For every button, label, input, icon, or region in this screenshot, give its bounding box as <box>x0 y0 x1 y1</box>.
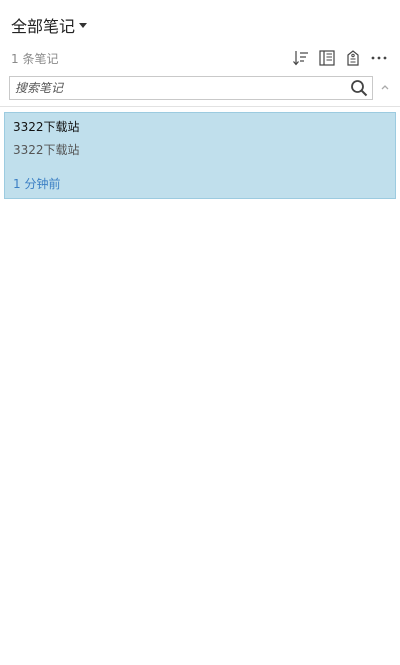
note-title: 3322下载站 <box>13 120 80 134</box>
caret-down-icon <box>79 23 88 28</box>
list-meta-row: 1 条笔记 <box>0 47 400 69</box>
note-list: 3322下载站 3322下载站 1 分钟前 <box>4 112 396 199</box>
more-icon <box>371 56 387 60</box>
notes-panel: 全部笔记 1 条笔记 搜索笔记 3322下载站 3322下载站 1 分钟前 <box>0 0 400 665</box>
notebook-view-icon <box>319 50 335 66</box>
sort-icon <box>293 51 308 66</box>
note-count: 1 条笔记 <box>11 52 59 66</box>
notebook-selector[interactable]: 全部笔记 <box>11 13 88 37</box>
search-box <box>9 76 373 100</box>
search-icon[interactable] <box>350 79 368 97</box>
sort-button[interactable] <box>290 47 312 69</box>
search-row <box>0 76 400 106</box>
page-title: 全部笔记 <box>11 17 76 36</box>
divider <box>0 106 400 107</box>
tag-button[interactable] <box>342 47 364 69</box>
more-button[interactable] <box>368 47 390 69</box>
note-timestamp: 1 分钟前 <box>13 177 61 191</box>
search-input[interactable] <box>10 77 340 99</box>
collapse-button[interactable] <box>378 80 392 94</box>
notebook-view-button[interactable] <box>316 47 338 69</box>
note-snippet: 3322下载站 <box>13 143 80 157</box>
tag-icon <box>347 50 359 66</box>
chevron-up-icon <box>381 85 389 90</box>
note-item[interactable]: 3322下载站 3322下载站 1 分钟前 <box>4 112 396 199</box>
